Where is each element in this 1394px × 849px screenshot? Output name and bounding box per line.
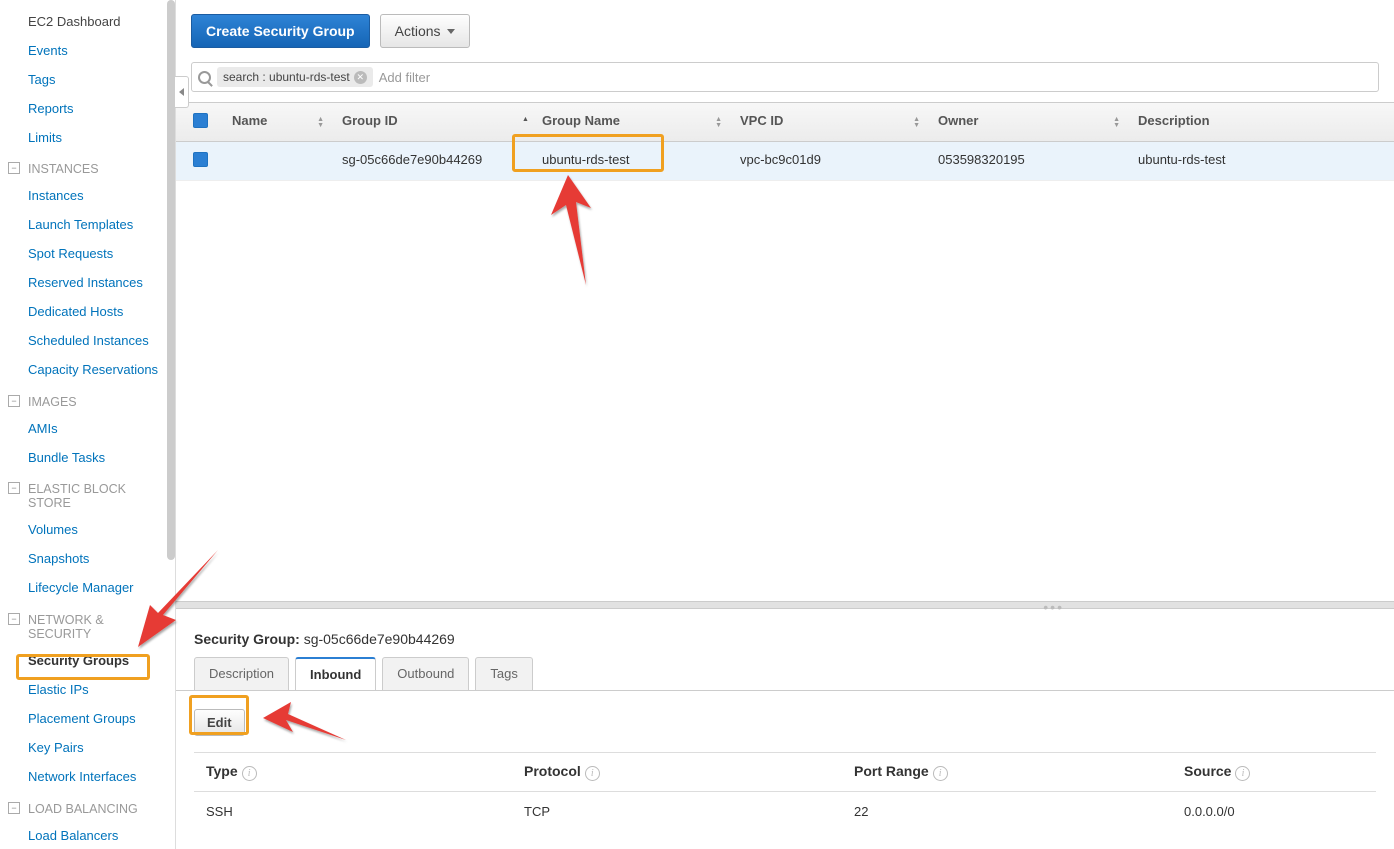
sidebar-item-amis[interactable]: AMIs	[0, 415, 175, 444]
splitter-handle-icon: •••	[1043, 599, 1064, 615]
filter-placeholder: Add filter	[379, 70, 430, 85]
sidebar-item-reports[interactable]: Reports	[0, 95, 175, 124]
rule-type: SSH	[194, 804, 524, 819]
sidebar-item-load-balancers[interactable]: Load Balancers	[0, 822, 175, 849]
sidebar-item-elastic-ips[interactable]: Elastic IPs	[0, 676, 175, 705]
sidebar-item-tags[interactable]: Tags	[0, 66, 175, 95]
sidebar-item-lifecycle-manager[interactable]: Lifecycle Manager	[0, 574, 175, 603]
col-owner[interactable]: Owner▲▼	[930, 103, 1130, 141]
chevron-down-icon	[447, 29, 455, 34]
cell-description: ubuntu-rds-test	[1130, 142, 1394, 180]
collapse-icon[interactable]: −	[8, 613, 20, 625]
sidebar-item-dashboard[interactable]: EC2 Dashboard	[0, 8, 175, 37]
rh-port: Port Range	[854, 763, 929, 779]
filter-chip-text: search : ubuntu-rds-test	[223, 70, 350, 84]
sidebar-item-security-groups[interactable]: Security Groups	[0, 647, 175, 676]
collapse-icon[interactable]: −	[8, 162, 20, 174]
cell-name	[224, 142, 334, 180]
app: EC2 Dashboard Events Tags Reports Limits…	[0, 0, 1394, 849]
sidebar-collapse-toggle[interactable]	[175, 76, 189, 108]
sidebar-item-reserved-instances[interactable]: Reserved Instances	[0, 269, 175, 298]
tab-description[interactable]: Description	[194, 657, 289, 690]
chevron-left-icon	[179, 88, 184, 96]
sidebar-item-key-pairs[interactable]: Key Pairs	[0, 734, 175, 763]
sidebar-item-instances[interactable]: Instances	[0, 182, 175, 211]
sidebar-item-scheduled-instances[interactable]: Scheduled Instances	[0, 327, 175, 356]
col-group-name[interactable]: Group Name▲▲▼	[534, 103, 732, 141]
pane-splitter[interactable]: •••	[176, 601, 1394, 609]
sidebar-header-load-balancing[interactable]: −LOAD BALANCING	[0, 792, 175, 822]
rule-port: 22	[854, 804, 1184, 819]
cell-vpc-id: vpc-bc9c01d9	[732, 142, 930, 180]
create-security-group-button[interactable]: Create Security Group	[191, 14, 370, 48]
tab-inbound[interactable]: Inbound	[295, 657, 376, 690]
sidebar-item-bundle-tasks[interactable]: Bundle Tasks	[0, 444, 175, 473]
rule-row: SSH TCP 22 0.0.0.0/0	[194, 792, 1376, 831]
toolbar: Create Security Group Actions	[176, 0, 1394, 62]
select-all-checkbox[interactable]	[193, 113, 208, 128]
collapse-icon[interactable]: −	[8, 802, 20, 814]
sidebar-item-events[interactable]: Events	[0, 37, 175, 66]
actions-label: Actions	[395, 23, 441, 39]
rh-protocol: Protocol	[524, 763, 581, 779]
row-checkbox[interactable]	[193, 152, 208, 167]
sidebar-header-network-security[interactable]: −NETWORK & SECURITY	[0, 603, 175, 647]
details-title-label: Security Group:	[194, 631, 300, 647]
sidebar-header-ebs[interactable]: −ELASTIC BLOCK STORE	[0, 472, 175, 516]
tab-body: Edit Typei Protocoli Port Rangei Sourcei…	[176, 690, 1394, 849]
sidebar-item-network-interfaces[interactable]: Network Interfaces	[0, 763, 175, 792]
cell-owner: 053598320195	[930, 142, 1130, 180]
info-icon[interactable]: i	[1235, 766, 1250, 781]
col-group-id[interactable]: Group ID	[334, 103, 534, 141]
info-icon[interactable]: i	[242, 766, 257, 781]
details-title: Security Group: sg-05c66de7e90b44269	[176, 619, 1394, 657]
tab-tags[interactable]: Tags	[475, 657, 532, 690]
details-tabs: Description Inbound Outbound Tags	[176, 657, 1394, 690]
rh-source: Source	[1184, 763, 1231, 779]
col-vpc-id[interactable]: VPC ID▲▼	[732, 103, 930, 141]
tab-outbound[interactable]: Outbound	[382, 657, 469, 690]
collapse-icon[interactable]: −	[8, 482, 20, 494]
actions-button[interactable]: Actions	[380, 14, 470, 48]
col-name[interactable]: Name▲▼	[224, 103, 334, 141]
filter-bar[interactable]: search : ubuntu-rds-test ✕ Add filter	[191, 62, 1379, 92]
details-title-value: sg-05c66de7e90b44269	[304, 631, 455, 647]
sidebar-item-capacity-reservations[interactable]: Capacity Reservations	[0, 356, 175, 385]
sidebar-item-limits[interactable]: Limits	[0, 124, 175, 153]
search-icon	[198, 71, 211, 84]
sidebar-header-images[interactable]: −IMAGES	[0, 385, 175, 415]
sidebar-item-spot-requests[interactable]: Spot Requests	[0, 240, 175, 269]
scrollbar-thumb[interactable]	[167, 0, 175, 560]
sidebar-item-launch-templates[interactable]: Launch Templates	[0, 211, 175, 240]
col-description[interactable]: Description	[1130, 103, 1394, 141]
rule-source: 0.0.0.0/0	[1184, 804, 1376, 819]
sidebar-item-snapshots[interactable]: Snapshots	[0, 545, 175, 574]
table-row[interactable]: sg-05c66de7e90b44269 ubuntu-rds-test vpc…	[176, 142, 1394, 181]
info-icon[interactable]: i	[585, 766, 600, 781]
sidebar-header-instances[interactable]: −INSTANCES	[0, 152, 175, 182]
sidebar-item-dedicated-hosts[interactable]: Dedicated Hosts	[0, 298, 175, 327]
rule-protocol: TCP	[524, 804, 854, 819]
grid-header: Name▲▼ Group ID Group Name▲▲▼ VPC ID▲▼ O…	[176, 102, 1394, 142]
cell-group-id: sg-05c66de7e90b44269	[334, 142, 534, 180]
filter-chip[interactable]: search : ubuntu-rds-test ✕	[217, 67, 373, 87]
collapse-icon[interactable]: −	[8, 395, 20, 407]
cell-group-name: ubuntu-rds-test	[534, 142, 732, 180]
edit-button[interactable]: Edit	[194, 709, 245, 736]
info-icon[interactable]: i	[933, 766, 948, 781]
main: Create Security Group Actions search : u…	[176, 0, 1394, 849]
sidebar: EC2 Dashboard Events Tags Reports Limits…	[0, 0, 176, 849]
sidebar-item-volumes[interactable]: Volumes	[0, 516, 175, 545]
rh-type: Type	[206, 763, 238, 779]
sidebar-item-placement-groups[interactable]: Placement Groups	[0, 705, 175, 734]
rules-header: Typei Protocoli Port Rangei Sourcei	[194, 752, 1376, 792]
remove-filter-icon[interactable]: ✕	[354, 71, 367, 84]
